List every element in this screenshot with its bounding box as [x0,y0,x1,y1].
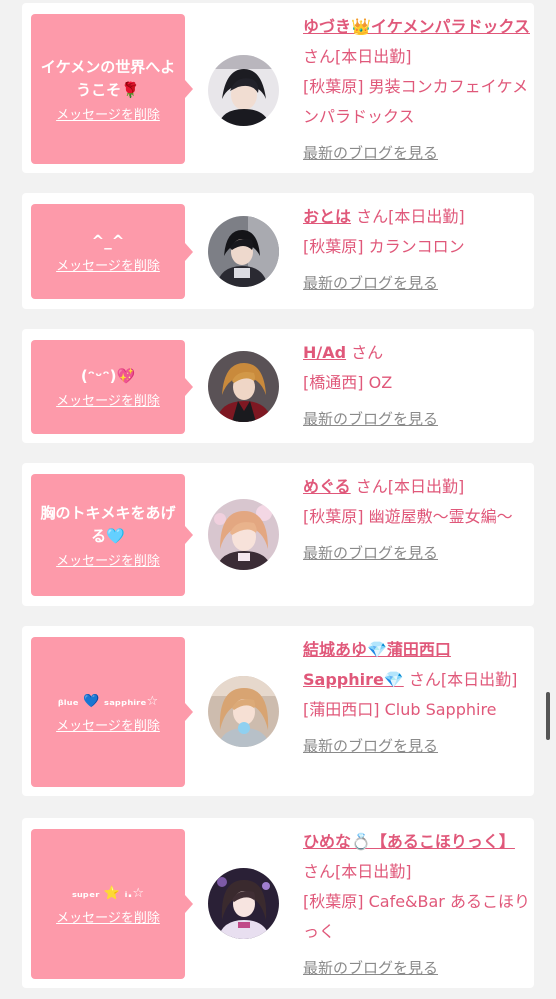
cast-info: おとは さん[本日出勤] [秋葉原] カランコロン 最新のブログを見る [303,202,531,298]
avatar[interactable] [208,676,279,747]
cast-info: H/Ad さん [橋通西] OZ 最新のブログを見る [303,338,531,434]
scrollbar[interactable] [546,692,550,740]
cast-name-link[interactable]: H/Ad [303,343,346,362]
message-bubble: ^_^ メッセージを削除 [31,204,193,299]
message-bubble: ₛᵤₚₑᵣ ⭐️ ᵢ.☆ メッセージを削除 [31,829,193,979]
shop-name: カランコロン [368,237,465,256]
area-text: [秋葉原] [303,237,364,256]
message-text: (ᵔᵕᵔ)💖 [80,367,136,385]
avatar[interactable] [208,868,279,939]
message-text: ᵦₗᵤₑ 💙 ₛₐₚₚₕᵢᵣₑ☆ [57,694,159,709]
list-item: イケメンの世界へようこそ🌹 メッセージを削除 ゆづき👑イケメンパラドックス さん… [22,3,534,173]
cast-name-link[interactable]: ゆづき👑イケメンパラドックス [303,17,530,36]
latest-blog-link[interactable]: 最新のブログを見る [303,953,531,983]
area-text: [橋通西] [303,373,364,392]
honorific: さん [351,343,384,362]
status-text: [本日出勤] [388,207,465,226]
message-text: ₛᵤₚₑᵣ ⭐️ ᵢ.☆ [71,886,145,901]
avatar[interactable] [208,55,279,126]
delete-message-link[interactable]: メッセージを削除 [56,390,160,409]
latest-blog-link[interactable]: 最新のブログを見る [303,138,531,168]
avatar[interactable] [208,499,279,570]
message-text: 胸のトキメキをあげる🩵 [40,503,176,545]
list-item: (ᵔᵕᵔ)💖 メッセージを削除 H/Ad さん [橋通西] OZ 最新のブログを… [22,329,534,443]
honorific: さん [408,670,441,689]
area-text: [秋葉原] [303,507,364,526]
shop-name: Club Sapphire [384,700,497,719]
message-text: ^_^ [91,231,125,250]
cast-info: ひめな💍【あるこほりっく】 さん[本日出勤] [秋葉原] Cafe&Bar ある… [303,827,531,983]
area-text: [秋葉原] [303,77,364,96]
latest-blog-link[interactable]: 最新のブログを見る [303,731,531,761]
message-bubble: イケメンの世界へようこそ🌹 メッセージを削除 [31,14,193,164]
cast-name-link[interactable]: ひめな💍【あるこほりっく】 [303,832,515,851]
delete-message-link[interactable]: メッセージを削除 [56,550,160,569]
status-text: [本日出勤] [387,477,465,496]
status-text: [本日出勤] [440,670,518,689]
avatar[interactable] [208,351,279,422]
shop-name: OZ [368,373,393,392]
delete-message-link[interactable]: メッセージを削除 [56,104,160,123]
cast-name-link[interactable]: めぐる [303,477,351,496]
message-bubble: (ᵔᵕᵔ)💖 メッセージを削除 [31,340,193,434]
status-text: [本日出勤] [335,47,412,66]
list-item: ᵦₗᵤₑ 💙 ₛₐₚₚₕᵢᵣₑ☆ メッセージを削除 結城あゆ💎蒲田西口Sapph… [22,626,534,796]
delete-message-link[interactable]: メッセージを削除 [56,255,160,274]
delete-message-link[interactable]: メッセージを削除 [56,715,160,734]
message-text: イケメンの世界へようこそ🌹 [40,57,176,99]
cast-name-link[interactable]: おとは [303,207,351,226]
honorific: さん [356,207,389,226]
honorific: さん [303,47,336,66]
latest-blog-link[interactable]: 最新のブログを見る [303,268,531,298]
list-item: 胸のトキメキをあげる🩵 メッセージを削除 めぐる さん[本日出勤] [秋葉原] … [22,463,534,606]
honorific: さん [303,862,336,881]
cast-info: ゆづき👑イケメンパラドックス さん[本日出勤] [秋葉原] 男装コンカフェイケメ… [303,12,531,168]
list-item: ₛᵤₚₑᵣ ⭐️ ᵢ.☆ メッセージを削除 ひめな💍【あるこほりっく】 さん[本… [22,818,534,988]
avatar[interactable] [208,216,279,287]
message-bubble: 胸のトキメキをあげる🩵 メッセージを削除 [31,474,193,596]
area-text: [秋葉原] [303,892,364,911]
cast-info: 結城あゆ💎蒲田西口Sapphire💎 さん[本日出勤] [蒲田西口] Club … [303,635,531,761]
shop-name: 幽遊屋敷〜霊女編〜 [368,507,513,526]
area-text: [蒲田西口] [303,700,380,719]
status-text: [本日出勤] [335,862,412,881]
cast-info: めぐる さん[本日出勤] [秋葉原] 幽遊屋敷〜霊女編〜 最新のブログを見る [303,472,531,568]
latest-blog-link[interactable]: 最新のブログを見る [303,404,531,434]
message-bubble: ᵦₗᵤₑ 💙 ₛₐₚₚₕᵢᵣₑ☆ メッセージを削除 [31,637,193,787]
list-item: ^_^ メッセージを削除 おとは さん[本日出勤] [秋葉原] カランコロン 最… [22,193,534,309]
latest-blog-link[interactable]: 最新のブログを見る [303,538,531,568]
delete-message-link[interactable]: メッセージを削除 [56,907,160,926]
honorific: さん [355,477,388,496]
